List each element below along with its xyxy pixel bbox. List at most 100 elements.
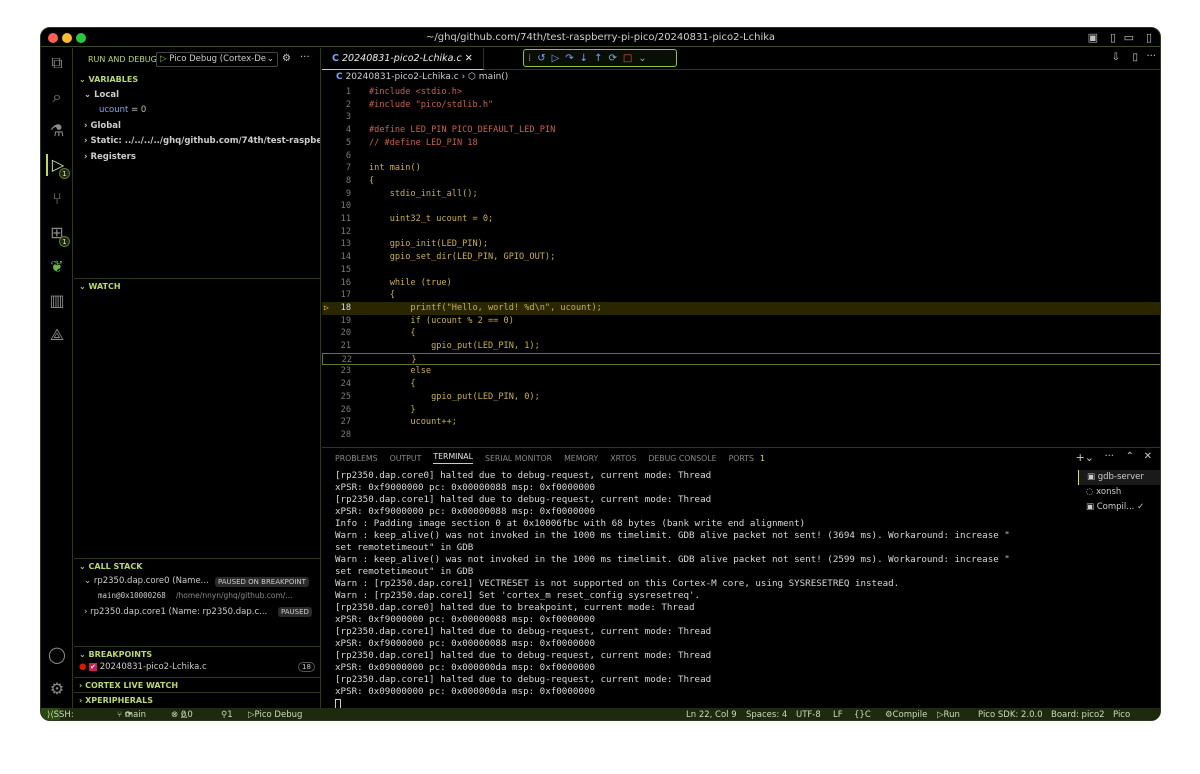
code-line[interactable]: 6: [322, 150, 1160, 163]
new-terminal-icon[interactable]: +⌄: [1076, 451, 1094, 464]
terminal-xonsh[interactable]: ◌ xonsh: [1078, 485, 1160, 500]
split-editor-icon[interactable]: ▯: [1132, 52, 1138, 63]
step-into-icon[interactable]: ↓: [580, 53, 588, 64]
panel-tab-xrtos[interactable]: XRTOS: [610, 454, 636, 463]
breakpoint-checkbox[interactable]: ✔: [89, 663, 97, 671]
variables-local-scope[interactable]: ⌄ Local: [84, 90, 119, 100]
code-line[interactable]: 27 ucount++;: [322, 416, 1160, 429]
step-out-icon[interactable]: ↑: [594, 53, 602, 64]
code-line[interactable]: 9 stdio_init_all();: [322, 188, 1160, 201]
problems-indicator[interactable]: ⊗ 0 △ 0: [171, 708, 193, 720]
code-line[interactable]: 26 }: [322, 404, 1160, 417]
close-tab-icon[interactable]: ✕: [465, 53, 473, 64]
code-line[interactable]: 13 gpio_init(LED_PIN);: [322, 238, 1160, 251]
terminal-output[interactable]: [rp2350.dap.core0] halted due to debug-r…: [335, 470, 1070, 710]
terminal-gdb-server[interactable]: ▣ gdb-server: [1078, 470, 1160, 485]
more-actions-icon[interactable]: ···: [1146, 51, 1156, 62]
variables-registers-scope[interactable]: › Registers: [84, 152, 136, 162]
code-line[interactable]: 24 {: [322, 378, 1160, 391]
code-line[interactable]: 21 gpio_put(LED_PIN, 1);: [322, 340, 1160, 353]
maximize-panel-icon[interactable]: ⌃: [1126, 451, 1134, 462]
code-line[interactable]: 10: [322, 200, 1160, 213]
watch-section-header[interactable]: ⌄ WATCH: [74, 278, 320, 293]
callstack-frame-main[interactable]: main@0x10000268: [98, 591, 166, 600]
source-control-icon[interactable]: ⑂: [46, 188, 68, 210]
drag-handle-icon[interactable]: ⁞: [528, 53, 531, 64]
current-line-breakpoint-icon[interactable]: ▷: [324, 302, 329, 315]
layout-icon[interactable]: ▣: [1088, 31, 1098, 44]
board-selector[interactable]: Board: pico2: [1051, 708, 1105, 720]
variable-ucount[interactable]: ucount = 0: [99, 105, 146, 115]
code-line[interactable]: 23 else: [322, 365, 1160, 378]
code-line[interactable]: 3: [322, 111, 1160, 124]
more-actions-icon[interactable]: ···: [300, 52, 310, 63]
code-line[interactable]: 2 #include "pico/stdlib.h": [322, 99, 1160, 112]
editor-tab[interactable]: C 20240831-pico2-Lchika.c ✕: [322, 48, 484, 70]
chevron-down-icon[interactable]: ⌄: [638, 53, 646, 64]
remote-explorer-icon[interactable]: ⟁: [46, 324, 68, 346]
zoom-window-button[interactable]: [76, 33, 86, 43]
start-debug-icon[interactable]: ▷: [160, 54, 167, 64]
code-line[interactable]: 15: [322, 264, 1160, 277]
debug-indicator[interactable]: ▷ Pico Debug (Cortex-Debug) (20240831-pi…: [248, 708, 302, 720]
variables-global-scope[interactable]: › Global: [84, 121, 121, 131]
debug-settings-gear-icon[interactable]: ⚙: [282, 53, 291, 64]
run-button[interactable]: ▷ Run: [937, 708, 960, 720]
code-line[interactable]: 5 // #define LED_PIN 18: [322, 137, 1160, 150]
breakpoint-item[interactable]: ● ✔ 20240831-pico2-Lchika.c: [79, 662, 207, 672]
extensions-icon[interactable]: ⊞ 1: [46, 222, 70, 247]
panel-tab-problems[interactable]: PROBLEMS: [335, 454, 378, 463]
search-icon[interactable]: ⌕: [46, 86, 68, 108]
callstack-thread-core1[interactable]: › rp2350.dap.core1 (Name: rp2350.dap.c..…: [84, 607, 267, 617]
debug-config-select[interactable]: ▷ Pico Debug (Cortex-De ⌄: [156, 52, 278, 67]
variables-static-scope[interactable]: › Static: ../../../../ghq/github.com/74t…: [84, 136, 320, 146]
code-line[interactable]: 28: [322, 429, 1160, 442]
terminal-compile[interactable]: ▣ Compil... ✓: [1078, 500, 1160, 515]
xperipherals-section-header[interactable]: › XPERIPHERALS: [74, 692, 320, 707]
code-line[interactable]: 18 printf("Hello, world! %d\n", ucount);…: [322, 301, 1160, 315]
panel-tab-memory[interactable]: MEMORY: [564, 454, 598, 463]
pico-indicator[interactable]: Pico: [1113, 708, 1130, 720]
ports-indicator[interactable]: ⚲ 1: [221, 708, 233, 720]
panel-tab-ports[interactable]: PORTS: [729, 454, 754, 463]
indentation[interactable]: Spaces: 4: [746, 708, 787, 720]
code-line[interactable]: 25 gpio_put(LED_PIN, 0);: [322, 391, 1160, 404]
step-over-icon[interactable]: ↷: [565, 53, 573, 64]
compile-button[interactable]: ⚙ Compile: [885, 708, 927, 720]
code-line[interactable]: 20 {: [322, 327, 1160, 340]
open-disassembly-icon[interactable]: ⇩: [1112, 52, 1120, 63]
code-line[interactable]: 4 #define LED_PIN PICO_DEFAULT_LED_PIN: [322, 124, 1160, 137]
remote-indicator[interactable]: ⟩⟨ SSH: nonoa: [41, 708, 74, 720]
minimize-window-button[interactable]: [62, 33, 72, 43]
callstack-thread-core0[interactable]: ⌄ rp2350.dap.core0 (Name...: [84, 576, 209, 586]
raspberry-pi-icon[interactable]: ❦: [46, 256, 68, 278]
toggle-panel-icon[interactable]: ▭: [1124, 31, 1134, 44]
panel-tab-output[interactable]: OUTPUT: [390, 454, 422, 463]
code-line[interactable]: 1 #include <stdio.h>: [322, 86, 1160, 99]
panel-tab-serial-monitor[interactable]: SERIAL MONITOR: [485, 454, 552, 463]
toggle-sidebar-icon[interactable]: ▯: [1110, 31, 1116, 44]
more-actions-icon[interactable]: ···: [1104, 451, 1114, 462]
panel-tab-debug-console[interactable]: DEBUG CONSOLE: [648, 454, 716, 463]
variables-section-header[interactable]: ⌄ VARIABLES: [74, 72, 320, 87]
code-line[interactable]: 7 int main(): [322, 162, 1160, 175]
code-line[interactable]: 14 gpio_set_dir(LED_PIN, GPIO_OUT);: [322, 251, 1160, 264]
manage-gear-icon[interactable]: ⚙: [46, 678, 68, 700]
testing-flask-icon[interactable]: ⚗: [46, 120, 68, 142]
pico-sdk-version[interactable]: Pico SDK: 2.0.0: [978, 708, 1043, 720]
continue-icon[interactable]: ▷: [552, 53, 560, 64]
close-panel-icon[interactable]: ✕: [1144, 451, 1152, 462]
code-line[interactable]: 17 {: [322, 289, 1160, 302]
callstack-section-header[interactable]: ⌄ CALL STACK: [74, 558, 320, 573]
breakpoints-section-header[interactable]: ⌄ BREAKPOINTS: [74, 646, 320, 661]
accounts-icon[interactable]: ◯: [46, 644, 68, 666]
encoding[interactable]: UTF-8: [796, 708, 821, 720]
code-line[interactable]: 16 while (true): [322, 277, 1160, 290]
panel-tab-terminal[interactable]: TERMINAL: [433, 452, 473, 464]
breadcrumb-symbol[interactable]: main(): [479, 72, 509, 82]
run-debug-icon[interactable]: ▷ 1: [46, 154, 70, 179]
cursor-position[interactable]: Ln 22, Col 9: [686, 708, 737, 720]
stop-icon[interactable]: □: [623, 53, 632, 64]
code-line[interactable]: 22 }: [322, 352, 1160, 366]
eol[interactable]: LF: [833, 708, 843, 720]
